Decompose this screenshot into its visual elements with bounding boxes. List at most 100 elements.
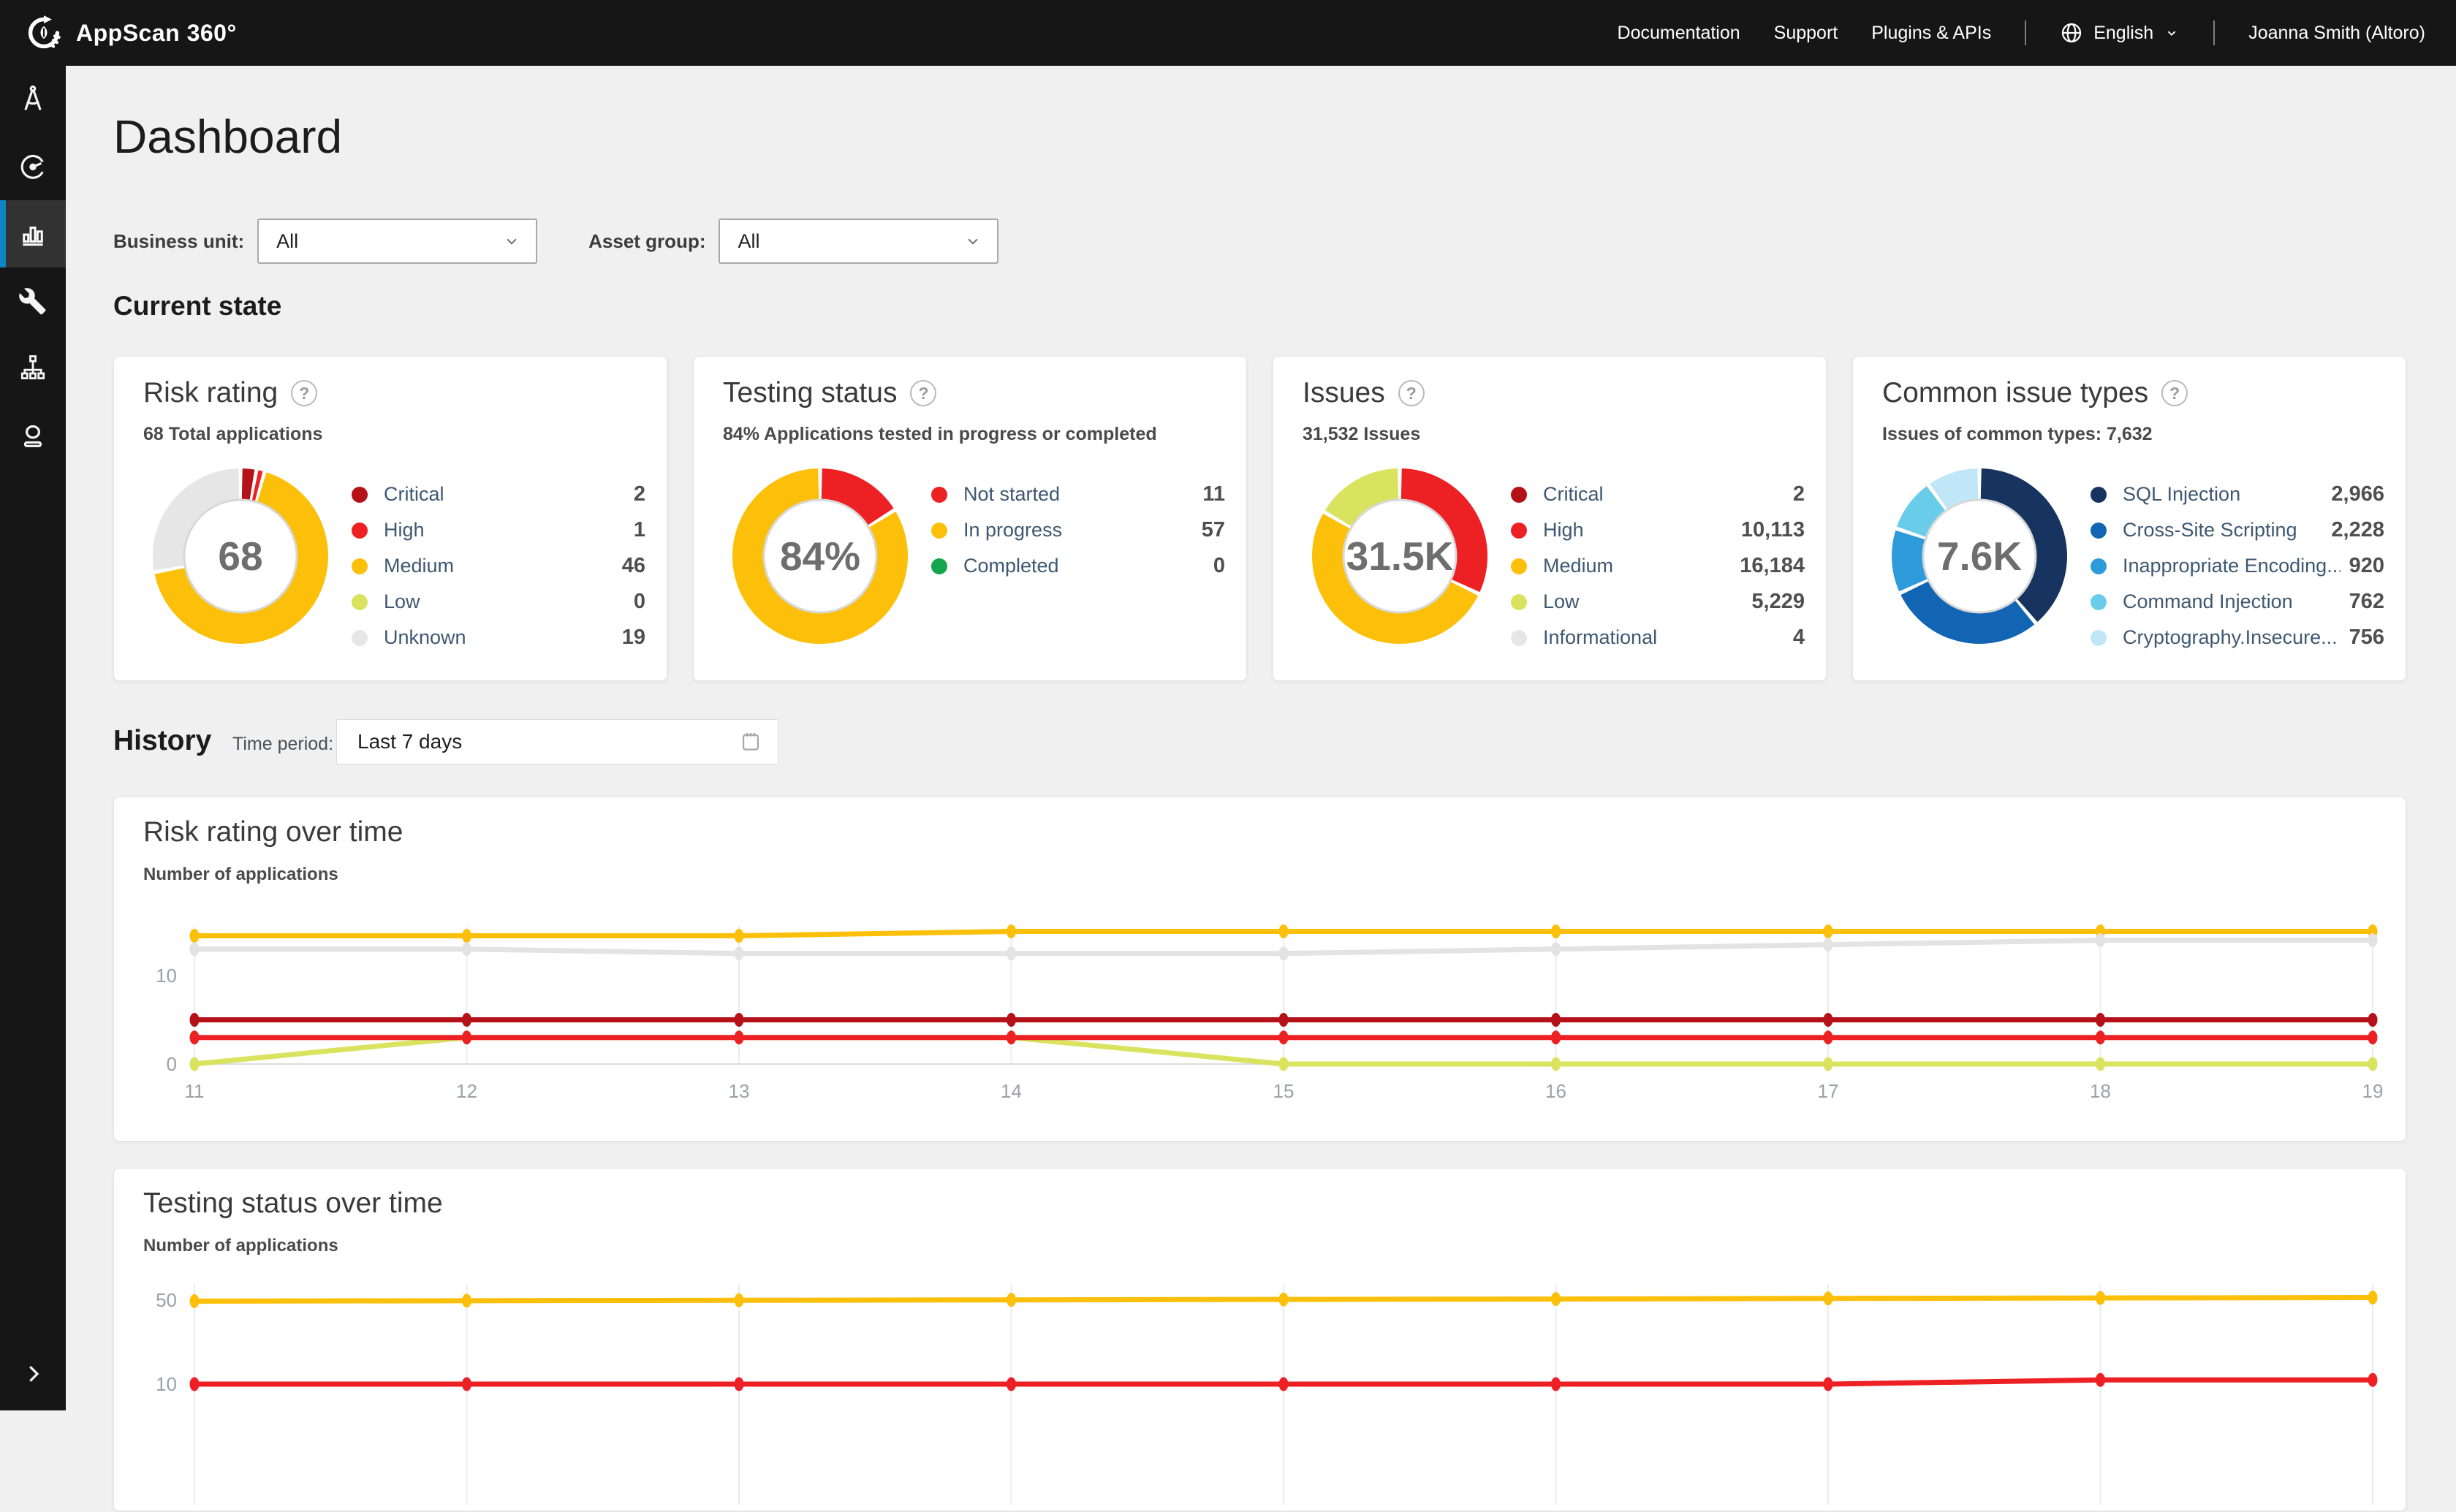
sidebar-item-users[interactable] — [0, 402, 66, 469]
legend-value: 2,228 — [2331, 518, 2384, 542]
legend-item[interactable]: SQL Injection 2,966 — [2091, 476, 2384, 512]
chevron-down-icon — [963, 232, 982, 251]
legend-value: 4 — [1793, 626, 1805, 650]
donut-slice[interactable] — [242, 484, 252, 485]
bar-chart-icon — [18, 219, 48, 249]
legend-label: Unknown — [384, 626, 613, 649]
legend-value: 0 — [634, 590, 645, 614]
business-unit-label: Business unit: — [113, 230, 244, 253]
nav-divider — [2025, 20, 2026, 45]
sidebar-item-applications[interactable] — [0, 66, 66, 133]
x-axis-tick: 19 — [2362, 1080, 2384, 1102]
legend-dot — [1511, 594, 1527, 610]
legend-item[interactable]: Cross-Site Scripting2,228 — [2091, 512, 2384, 548]
legend-item[interactable]: Not started11 — [931, 476, 1225, 512]
nav-documentation[interactable]: Documentation — [1618, 23, 1740, 44]
nav-plugins-apis[interactable]: Plugins & APIs — [1871, 23, 1991, 44]
card-title: Testing status — [723, 377, 897, 409]
help-icon[interactable]: ? — [910, 380, 936, 406]
help-icon[interactable]: ? — [1398, 380, 1425, 406]
legend-item[interactable]: Low0 — [352, 584, 645, 620]
wrench-icon — [18, 286, 48, 316]
legend-value: 5,229 — [1751, 590, 1805, 614]
calendar-icon — [738, 729, 763, 754]
card-subtitle: 84% Applications tested in progress or c… — [723, 424, 1157, 445]
x-axis-tick: 12 — [456, 1080, 477, 1102]
legend-value: 19 — [622, 626, 645, 650]
legend-item[interactable]: Critical2 — [352, 476, 645, 512]
legend-item[interactable]: Command Injection 762 — [2091, 584, 2384, 620]
legend-dot — [2091, 487, 2107, 503]
legend-value: 1 — [634, 518, 645, 542]
legend-label: SQL Injection — [2123, 483, 2322, 506]
legend-dot — [352, 594, 368, 610]
legend-dot — [2091, 630, 2107, 646]
legend-label: In progress — [963, 519, 1193, 542]
sidebar-item-settings[interactable] — [0, 267, 66, 335]
risk-rating-legend: Critical2High1Medium46Low0 Unknown 19 — [352, 476, 645, 656]
legend-value: 2,966 — [2331, 482, 2384, 506]
help-icon[interactable]: ? — [291, 380, 317, 406]
legend-label: High — [1543, 519, 1732, 542]
help-icon[interactable]: ? — [2161, 380, 2188, 406]
legend-label: Command Injection — [2123, 590, 2341, 613]
donut-slice[interactable] — [255, 485, 259, 486]
legend-dot — [931, 523, 947, 539]
time-period-input[interactable]: Last 7 days — [336, 719, 778, 764]
issues-donut[interactable] — [1305, 461, 1495, 651]
testing-status-over-time-chart[interactable]: 5010 — [114, 1169, 2407, 1512]
risk-rating-donut[interactable] — [145, 461, 336, 651]
current-state-heading: Current state — [113, 291, 281, 322]
legend-item[interactable]: Low5,229 — [1511, 584, 1805, 620]
legend-value: 16,184 — [1740, 554, 1805, 578]
legend-dot — [1511, 523, 1527, 539]
language-menu[interactable]: English — [2060, 21, 2180, 45]
sidebar-item-dashboards[interactable] — [0, 200, 66, 267]
card-subtitle: Issues of common types: 7,632 — [1882, 424, 2153, 445]
top-bar: AppScan 360° Documentation Support Plugi… — [0, 0, 2456, 66]
donut-slice[interactable] — [1907, 535, 1913, 585]
y-axis-tick: 0 — [167, 1053, 177, 1075]
legend-item[interactable]: In progress57 — [931, 512, 1225, 548]
card-subtitle: 68 Total applications — [143, 424, 322, 445]
legend-item[interactable]: High10,113 — [1511, 512, 1805, 548]
legend-item[interactable]: Completed0 — [931, 548, 1225, 584]
testing-status-donut[interactable] — [725, 461, 915, 651]
hierarchy-icon — [18, 353, 48, 384]
legend-label: Medium — [1543, 555, 1731, 577]
business-unit-value: All — [276, 230, 502, 253]
time-period-label: Time period: — [232, 734, 333, 755]
legend-item[interactable]: Medium46 — [352, 548, 645, 584]
legend-value: 762 — [2349, 590, 2384, 614]
asset-group-select[interactable]: All — [719, 219, 998, 264]
sidebar-expand-button[interactable] — [0, 1343, 66, 1405]
legend-label: Medium — [384, 555, 613, 577]
common-issue-types-donut[interactable] — [1884, 461, 2074, 651]
legend-item[interactable]: Inappropriate Encoding...920 — [2091, 548, 2384, 584]
legend-item[interactable]: Cryptography.Insecure...756 — [2091, 620, 2384, 656]
top-nav: Documentation Support Plugins & APIs Eng… — [1618, 20, 2425, 45]
donut-slice[interactable] — [1938, 484, 1978, 496]
user-menu[interactable]: Joanna Smith (Altoro) — [2248, 23, 2425, 44]
appscan-logo[interactable]: AppScan 360° — [25, 14, 237, 52]
legend-item[interactable]: Informational4 — [1511, 620, 1805, 656]
legend-item[interactable]: Critical2 — [1511, 476, 1805, 512]
legend-item[interactable]: Unknown 19 — [352, 620, 645, 656]
business-unit-select[interactable]: All — [257, 219, 537, 264]
legend-value: 2 — [634, 482, 645, 506]
risk-rating-over-time-chart[interactable]: 100111213141516171819 — [114, 797, 2407, 1142]
legend-dot — [2091, 594, 2107, 610]
sidebar-item-asset-groups[interactable] — [0, 335, 66, 402]
legend-label: Not started — [963, 483, 1194, 506]
series-high — [190, 1030, 2378, 1044]
legend-item[interactable]: Medium 16,184 — [1511, 548, 1805, 584]
y-axis-tick: 50 — [156, 1289, 177, 1311]
testing-status-over-time-card: Testing status over time Number of appli… — [113, 1168, 2406, 1511]
legend-item[interactable]: High1 — [352, 512, 645, 548]
x-axis-tick: 13 — [729, 1080, 750, 1102]
nav-support[interactable]: Support — [1774, 23, 1838, 44]
legend-dot — [2091, 558, 2107, 574]
testing-status-legend: Not started11In progress57Completed0 — [931, 476, 1225, 584]
x-axis-tick: 17 — [1818, 1080, 1839, 1102]
sidebar-item-scans[interactable] — [0, 133, 66, 200]
